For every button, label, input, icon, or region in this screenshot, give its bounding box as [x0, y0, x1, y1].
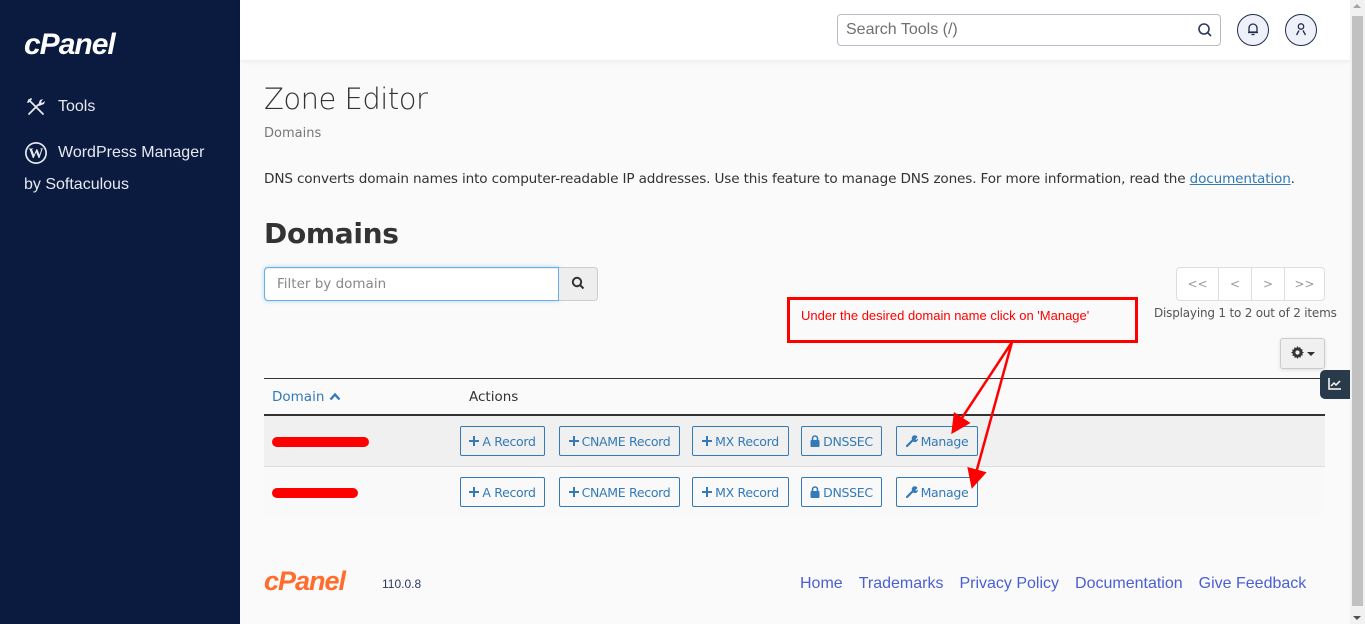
domain-filter-group	[264, 267, 598, 301]
filter-search-button[interactable]	[559, 267, 598, 301]
annotation-callout: Under the desired domain name click on '…	[787, 297, 1138, 343]
page-scrollbar[interactable]	[1350, 0, 1365, 624]
search-icon	[571, 275, 585, 294]
footer-link-home[interactable]: Home	[800, 575, 843, 593]
search-icon[interactable]	[1197, 22, 1213, 42]
documentation-link[interactable]: documentation	[1190, 171, 1291, 187]
footer-cpanel-logo[interactable]: cPanel	[264, 566, 346, 597]
add-a-record-button[interactable]: A Record	[460, 426, 545, 456]
tools-icon	[24, 95, 48, 119]
notifications-button[interactable]	[1237, 14, 1269, 46]
cpanel-logo[interactable]: cPanel	[24, 28, 116, 62]
footer-link-documentation[interactable]: Documentation	[1075, 575, 1183, 593]
page-title: Zone Editor	[264, 82, 428, 116]
bell-icon	[1246, 21, 1260, 40]
redacted-domain-name	[272, 488, 358, 498]
page-description: DNS converts domain names into computer-…	[264, 171, 1295, 187]
scrollbar-thumb[interactable]	[1352, 16, 1363, 606]
pagination-last-button[interactable]: >>	[1284, 268, 1324, 300]
plus-icon	[702, 487, 713, 497]
pagination-status: Displaying 1 to 2 out of 2 items	[1154, 306, 1337, 320]
chart-line-icon	[1328, 375, 1342, 394]
sort-ascending-icon	[329, 389, 341, 405]
breadcrumb: Domains	[264, 126, 322, 141]
dnssec-button[interactable]: DNSSEC	[801, 477, 882, 507]
footer-links: Home Trademarks Privacy Policy Documenta…	[800, 575, 1322, 593]
cpanel-version: 110.0.8	[382, 577, 422, 591]
plus-icon	[568, 487, 579, 497]
footer-link-trademarks[interactable]: Trademarks	[859, 575, 944, 593]
sidebar-item-label: WordPress Manager	[58, 144, 205, 161]
plus-icon	[469, 487, 480, 497]
add-cname-record-button[interactable]: CNAME Record	[559, 477, 680, 507]
manage-button[interactable]: Manage	[896, 477, 978, 507]
manage-button[interactable]: Manage	[896, 426, 978, 456]
add-mx-record-button[interactable]: MX Record	[692, 477, 789, 507]
lock-icon	[810, 486, 820, 498]
sidebar-item-label: Tools	[58, 98, 96, 115]
sidebar-item-sublabel[interactable]: by Softaculous	[24, 176, 129, 194]
scroll-down-arrow-icon[interactable]	[1353, 616, 1361, 620]
lock-icon	[810, 435, 820, 447]
annotation-text: Under the desired domain name click on '…	[801, 308, 1090, 323]
gear-icon	[1290, 344, 1304, 363]
user-menu-button[interactable]	[1285, 14, 1317, 46]
top-header	[240, 0, 1350, 60]
sidebar-item-wordpress-manager[interactable]: W WordPress Manager	[24, 141, 204, 165]
filter-domain-input[interactable]	[264, 267, 559, 301]
search-tools-field[interactable]	[837, 14, 1221, 46]
pagination: << < > >>	[1176, 267, 1325, 301]
svg-text:W: W	[29, 146, 44, 162]
caret-down-icon	[1306, 351, 1315, 356]
redacted-domain-name	[272, 437, 369, 447]
footer-link-privacy-policy[interactable]: Privacy Policy	[959, 575, 1059, 593]
plus-icon	[702, 436, 713, 446]
column-header-domain[interactable]: Domain	[272, 389, 341, 405]
description-text: DNS converts domain names into computer-…	[264, 171, 1190, 187]
add-mx-record-button[interactable]: MX Record	[692, 426, 789, 456]
table-row: A Record CNAME Record MX Record DNSSEC M…	[264, 467, 1325, 518]
sidebar: cPanel Tools W WordPress Manager by Soft…	[0, 0, 240, 624]
table-header: Domain Actions	[264, 378, 1325, 416]
pagination-next-button[interactable]: >	[1251, 268, 1284, 300]
column-header-actions: Actions	[469, 389, 519, 405]
plus-icon	[568, 436, 579, 446]
table-row: A Record CNAME Record MX Record DNSSEC M…	[264, 416, 1325, 467]
wordpress-icon: W	[24, 141, 48, 165]
user-icon	[1294, 21, 1308, 40]
footer-link-give-feedback[interactable]: Give Feedback	[1199, 575, 1307, 593]
search-tools-input[interactable]	[838, 21, 1178, 39]
pagination-prev-button[interactable]: <	[1218, 268, 1251, 300]
description-suffix: .	[1290, 171, 1295, 187]
domains-section-title: Domains	[264, 217, 399, 250]
dnssec-button[interactable]: DNSSEC	[801, 426, 882, 456]
add-cname-record-button[interactable]: CNAME Record	[559, 426, 680, 456]
pagination-first-button[interactable]: <<	[1177, 268, 1218, 300]
table-settings-button[interactable]	[1280, 338, 1325, 369]
add-a-record-button[interactable]: A Record	[460, 477, 545, 507]
wrench-icon	[905, 486, 918, 498]
domains-table: Domain Actions A Record CNAME Record MX …	[264, 378, 1325, 518]
wrench-icon	[905, 435, 918, 447]
plus-icon	[469, 436, 480, 446]
sidebar-item-tools[interactable]: Tools	[24, 95, 95, 119]
scroll-up-arrow-icon[interactable]	[1353, 4, 1361, 8]
